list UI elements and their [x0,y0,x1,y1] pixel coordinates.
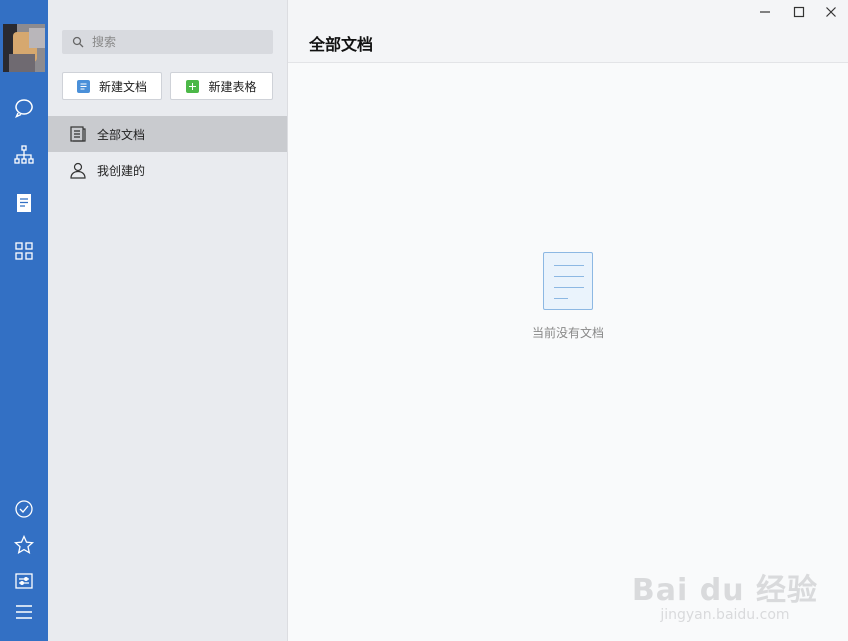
check-circle-icon[interactable] [12,497,36,521]
maximize-icon[interactable] [790,4,808,20]
sidebar-item-label: 全部文档 [97,127,146,142]
star-icon[interactable] [12,533,36,557]
chat-icon[interactable] [12,96,36,120]
search-input[interactable] [90,34,264,50]
new-document-icon [76,79,90,93]
new-spreadsheet-icon [186,79,200,93]
empty-document-icon [543,252,593,310]
sidebar-item-label: 我创建的 [97,163,146,178]
page-title: 全部文档 [309,35,374,54]
new-spreadsheet-label: 新建表格 [208,79,257,94]
new-document-button[interactable]: 新建文档 [62,72,162,100]
title-bar: 全部文档 [288,0,848,63]
main-panel: 全部文档 当前没有文档 Bai du 经验 jingyan.baidu.com [288,0,848,641]
sidebar-item-my-created[interactable]: 我创建的 [48,152,287,188]
sidebar-item-all-documents[interactable]: 全部文档 [48,116,287,152]
new-spreadsheet-button[interactable]: 新建表格 [170,72,273,100]
doc-sidebar: 新建文档 新建表格 全部文档 我创建的 [48,0,288,641]
avatar[interactable] [3,24,45,72]
settings-panel-icon[interactable] [12,569,36,593]
nav-rail [0,0,48,641]
close-icon[interactable] [822,4,840,20]
search-icon [72,36,84,48]
apps-grid-icon[interactable] [12,239,36,263]
minimize-icon[interactable] [756,4,774,20]
document-icon[interactable] [12,191,36,215]
menu-icon[interactable] [12,600,36,624]
documents-icon [69,125,87,143]
person-icon [69,161,87,179]
watermark: Bai du 经验 jingyan.baidu.com [631,573,818,623]
org-chart-icon[interactable] [12,143,36,167]
search-box[interactable] [62,30,273,54]
new-document-label: 新建文档 [98,79,147,94]
empty-state: 当前没有文档 [288,252,848,341]
app-window: 新建文档 新建表格 全部文档 我创建的 全部文档 [0,0,848,641]
empty-state-text: 当前没有文档 [531,326,604,340]
